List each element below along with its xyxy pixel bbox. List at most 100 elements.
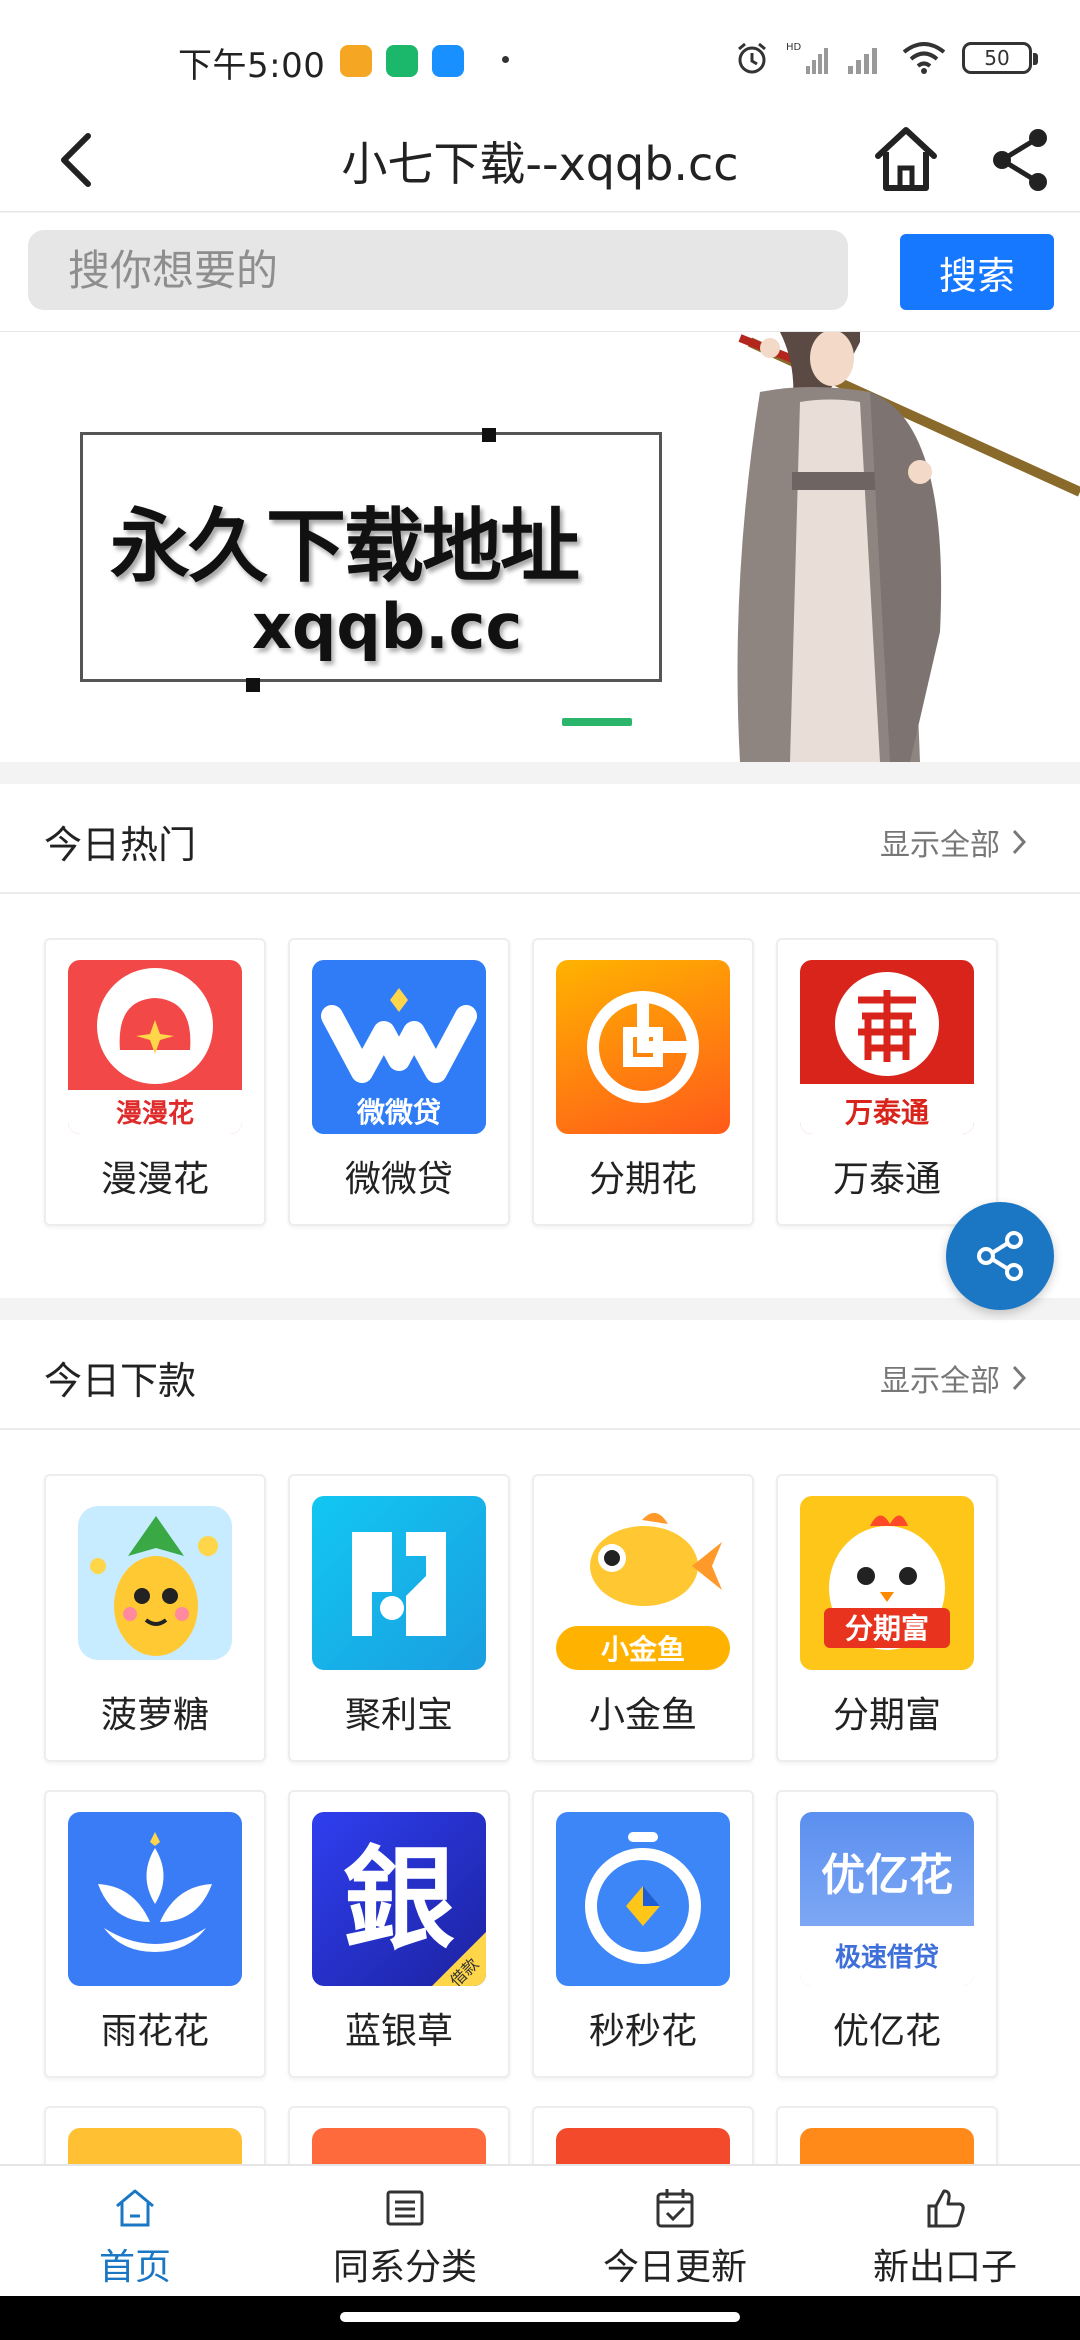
xiaojinyu-icon: 小金鱼	[556, 1496, 730, 1670]
share-icon	[993, 129, 1047, 191]
miaomiaohua-icon	[556, 1812, 730, 1986]
chevron-right-icon	[1012, 1365, 1027, 1391]
notification-app-icon	[432, 45, 464, 77]
icon-text: 分期富	[845, 1612, 929, 1645]
app-name: 分期富	[832, 1695, 941, 1736]
notification-shield-icon	[386, 45, 418, 77]
app-name: 优亿花	[832, 2011, 941, 2052]
tab-home[interactable]: 首页	[0, 2166, 270, 2296]
icon-text: 漫漫花	[116, 1099, 194, 1129]
app-card[interactable]: 分期富 分期富	[776, 1474, 998, 1762]
thumbs-up-icon	[927, 2189, 965, 2228]
section-header: 今日下款 显示全部	[0, 1320, 1080, 1430]
fenqihua-icon	[556, 960, 730, 1134]
show-all-link[interactable]: 显示全部	[880, 820, 1028, 864]
bottom-navigation: 首页 同系分类 今日更新 新出口子	[0, 2164, 1080, 2296]
hot-today-section: 今日热门 显示全部 漫漫花 漫漫花 微微贷 微微贷 分期花 万泰通 万泰通	[0, 784, 1080, 1298]
status-app-icons	[340, 45, 464, 77]
yuhuahua-icon	[68, 1812, 242, 1986]
banner-headline: 永久下载地址	[110, 500, 580, 593]
section-title: 今日热门	[44, 823, 197, 867]
tab-new-releases[interactable]: 新出口子	[810, 2166, 1080, 2296]
home-gesture-bar[interactable]	[340, 2312, 740, 2322]
icon-text: 优亿花	[821, 1850, 953, 1901]
show-all-link[interactable]: 显示全部	[880, 1356, 1028, 1400]
julibao-icon	[312, 1496, 486, 1670]
app-name: 微微贷	[344, 1159, 453, 1200]
app-card[interactable]: 秒秒花	[532, 1790, 754, 2078]
app-card[interactable]: 雨花花	[44, 1790, 266, 2078]
app-icon	[800, 2128, 974, 2164]
icon-text: 小金鱼	[601, 1633, 685, 1666]
app-card[interactable]: 微微贷 微微贷	[288, 938, 510, 1226]
app-name: 聚利宝	[344, 1695, 453, 1736]
app-card[interactable]	[532, 2106, 754, 2164]
app-name: 雨花花	[100, 2011, 209, 2052]
tab-label: 首页	[98, 2247, 171, 2288]
app-card[interactable]	[776, 2106, 998, 2164]
download-app-grid: 菠萝糖 聚利宝 小金鱼 小金鱼 分期富 分期富 雨花花 銀 借款 蓝银草 秒秒花…	[0, 1430, 1080, 2164]
app-card[interactable]: 銀借款 蓝银草	[288, 1790, 510, 2078]
app-card[interactable]: 优亿花 极速借贷 优亿花	[776, 1790, 998, 2078]
battery-icon: 50	[962, 42, 1038, 74]
signal-icon	[848, 48, 877, 74]
manmanhua-icon: 漫漫花	[68, 960, 242, 1134]
home-button[interactable]	[870, 120, 942, 200]
gesture-area	[0, 2296, 1080, 2340]
section-header: 今日热门 显示全部	[0, 784, 1080, 894]
share-button[interactable]	[986, 122, 1056, 198]
app-card[interactable]: 小金鱼 小金鱼	[532, 1474, 754, 1762]
show-all-label: 显示全部	[880, 828, 1000, 863]
app-card[interactable]: 万泰通 万泰通	[776, 938, 998, 1226]
floating-share-button[interactable]	[946, 1202, 1080, 1350]
lanyincao-icon: 銀借款	[312, 1812, 486, 1986]
tab-today-updates[interactable]: 今日更新	[540, 2166, 810, 2296]
fab-circle	[946, 1202, 1054, 1310]
share-icon	[977, 1231, 1023, 1281]
app-card[interactable]: 分期花	[532, 938, 754, 1226]
app-name: 分期花	[588, 1159, 697, 1200]
wantaitong-icon: 万泰通	[800, 960, 974, 1134]
wifi-icon	[902, 42, 946, 74]
tab-categories[interactable]: 同系分类	[270, 2166, 540, 2296]
app-card[interactable]: 漫漫花 漫漫花	[44, 938, 266, 1226]
banner-decor	[482, 428, 496, 442]
search-button[interactable]: 搜索	[900, 234, 1054, 310]
search-input[interactable]	[28, 230, 848, 310]
tab-label: 今日更新	[602, 2247, 747, 2288]
app-name: 小金鱼	[588, 1695, 697, 1736]
icon-text: 微微贷	[356, 1096, 441, 1129]
search-bar: 搜索	[0, 213, 1080, 331]
downloads-today-section: 今日下款 显示全部 菠萝糖 聚利宝 小金鱼 小金鱼 分期富 分期富 雨花花 銀 …	[0, 1320, 1080, 2164]
status-time: 下午5:00	[178, 46, 326, 86]
notification-dot	[502, 56, 509, 63]
home-icon	[875, 127, 937, 191]
tab-label: 同系分类	[332, 2247, 477, 2288]
chevron-right-icon	[1012, 829, 1027, 855]
status-indicators: HD 50	[734, 40, 1038, 76]
notification-app-icon	[340, 45, 372, 77]
app-name: 万泰通	[832, 1159, 941, 1200]
carousel-indicator[interactable]	[562, 718, 632, 726]
weiweidai-icon: 微微贷	[312, 960, 486, 1134]
alarm-icon	[738, 42, 766, 74]
banner-url: xqqb.cc	[252, 590, 523, 663]
app-name: 秒秒花	[588, 2011, 697, 2052]
fenqifu-icon: 分期富	[800, 1496, 974, 1670]
banner-carousel[interactable]: 永久下载地址 xqqb.cc	[0, 332, 1080, 762]
app-card[interactable]: 聚利宝	[288, 1474, 510, 1762]
swordsman-illustration	[720, 332, 1080, 762]
app-card[interactable]: 菠萝糖	[44, 1474, 266, 1762]
app-card[interactable]	[44, 2106, 266, 2164]
section-title: 今日下款	[44, 1359, 197, 1403]
hot-app-grid: 漫漫花 漫漫花 微微贷 微微贷 分期花 万泰通 万泰通	[0, 894, 1080, 1298]
top-navigation: 小七下载--xqqb.cc	[0, 110, 1080, 212]
app-name: 漫漫花	[100, 1159, 209, 1200]
home-icon	[116, 2189, 154, 2227]
icon-text: 銀	[343, 1835, 455, 1965]
signal-hd-icon: HD	[786, 42, 828, 74]
tab-label: 新出口子	[872, 2247, 1017, 2288]
boluotang-icon	[68, 1496, 242, 1670]
app-card[interactable]	[288, 2106, 510, 2164]
calendar-check-icon	[656, 2189, 694, 2228]
